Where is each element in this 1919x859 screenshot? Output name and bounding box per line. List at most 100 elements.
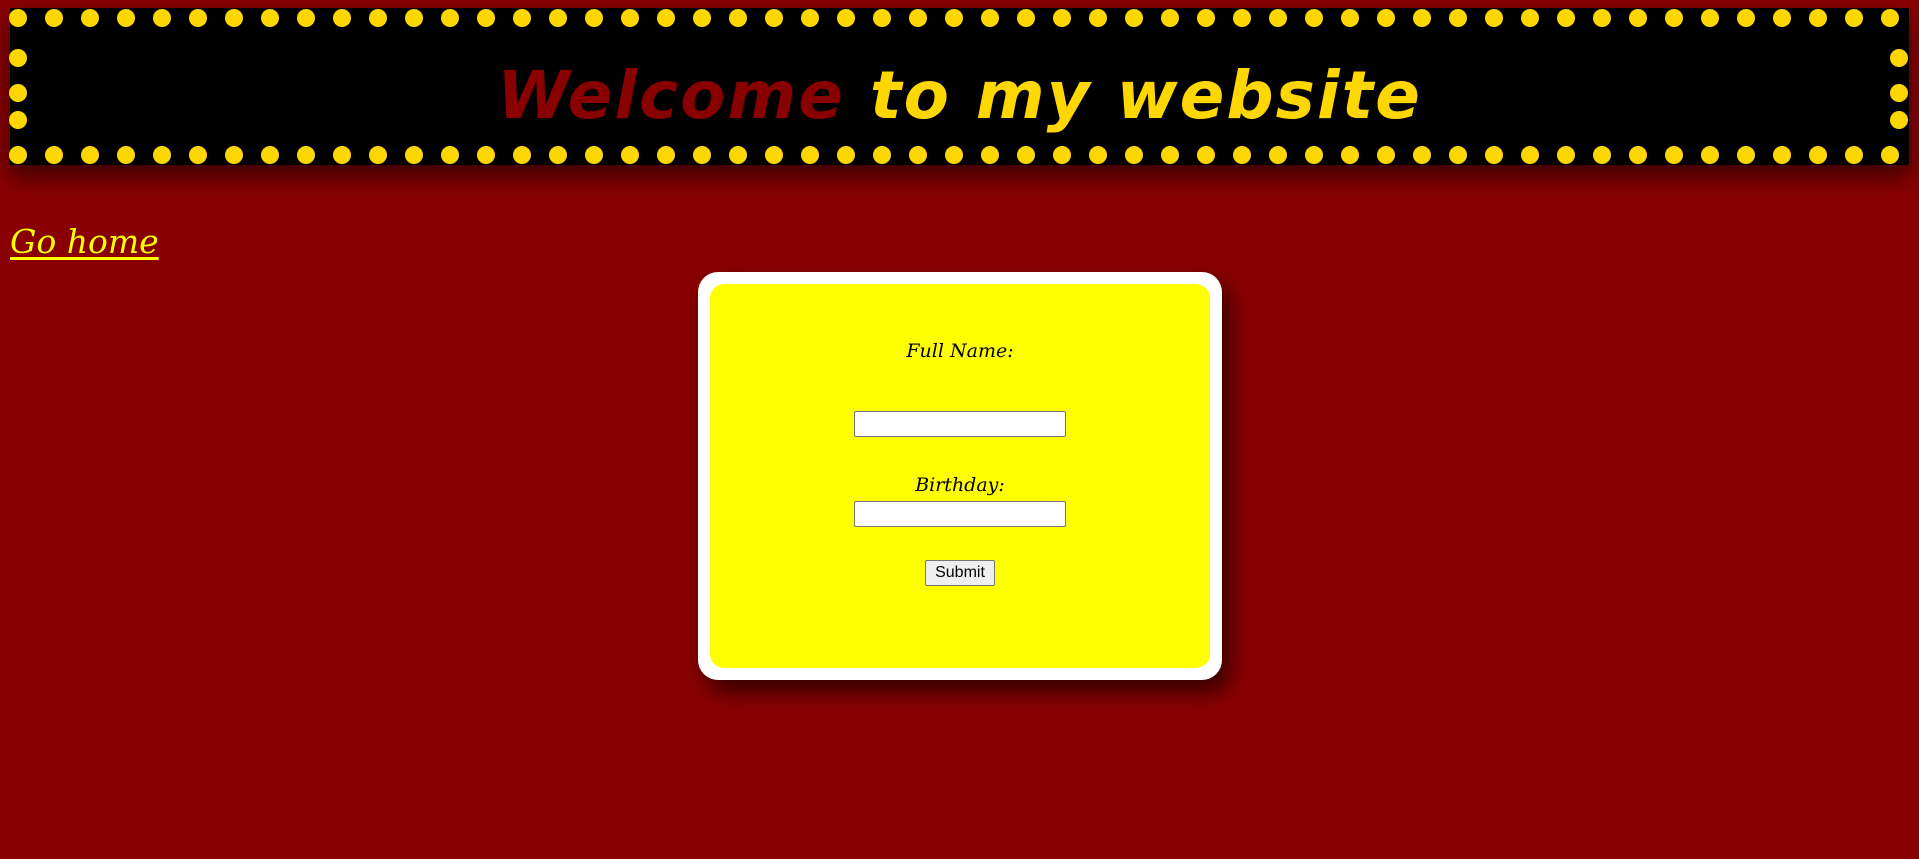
bulb-light: [657, 9, 675, 27]
bulb-light: [1377, 146, 1395, 164]
bulb-light: [1593, 9, 1611, 27]
bulb-light: [513, 9, 531, 27]
bulb-light: [405, 9, 423, 27]
bulb-light: [621, 9, 639, 27]
bulb-light: [873, 146, 891, 164]
title-rest-text: to my website: [845, 57, 1422, 134]
full-name-label: Full Name:: [906, 340, 1014, 362]
bulb-light: [1737, 146, 1755, 164]
bulb-light: [1809, 9, 1827, 27]
bulb-light: [1161, 9, 1179, 27]
bulb-light: [261, 146, 279, 164]
bulb-light: [1089, 9, 1107, 27]
bulb-light: [981, 146, 999, 164]
bulb-light: [585, 9, 603, 27]
bulb-light: [1413, 146, 1431, 164]
full-name-input[interactable]: [854, 411, 1066, 437]
bulb-light: [549, 9, 567, 27]
bulb-light: [1089, 146, 1107, 164]
bulb-light: [333, 146, 351, 164]
bulb-light: [693, 146, 711, 164]
bulb-light: [225, 9, 243, 27]
bulb-light: [1305, 9, 1323, 27]
bulb-light: [1053, 146, 1071, 164]
bulb-light: [1485, 9, 1503, 27]
bulb-light: [801, 146, 819, 164]
bulb-light: [1161, 146, 1179, 164]
bulb-light: [1845, 146, 1863, 164]
bulb-light: [1665, 9, 1683, 27]
bulb-light: [1125, 146, 1143, 164]
bulb-light: [81, 146, 99, 164]
bulb-light: [1197, 9, 1215, 27]
bulb-light: [477, 146, 495, 164]
bulb-light: [693, 9, 711, 27]
bulb-light: [1593, 146, 1611, 164]
bulb-light: [153, 146, 171, 164]
bulb-light: [45, 9, 63, 27]
bulb-light: [1053, 9, 1071, 27]
bulb-light: [1233, 146, 1251, 164]
bulb-light: [1665, 146, 1683, 164]
bulb-light: [1521, 9, 1539, 27]
bulb-light: [369, 9, 387, 27]
bulb-light: [189, 9, 207, 27]
bulb-light: [513, 146, 531, 164]
go-home-link[interactable]: Go home: [10, 222, 159, 262]
bulb-light: [1449, 9, 1467, 27]
birthday-label: Birthday:: [915, 474, 1005, 496]
bulb-light: [81, 9, 99, 27]
bulb-light: [945, 146, 963, 164]
bulb-light: [549, 146, 567, 164]
bulb-light: [837, 146, 855, 164]
bulb-light: [1017, 146, 1035, 164]
bulb-light: [477, 9, 495, 27]
bulb-light: [1269, 9, 1287, 27]
bulb-light: [765, 146, 783, 164]
bulb-light: [1701, 146, 1719, 164]
bulb-light: [1197, 146, 1215, 164]
bulb-light: [585, 146, 603, 164]
bulb-light: [369, 146, 387, 164]
bulb-light: [981, 9, 999, 27]
bulb-light: [909, 9, 927, 27]
bulb-light: [1809, 146, 1827, 164]
birthday-input[interactable]: [854, 501, 1066, 527]
bulb-light: [45, 146, 63, 164]
bulb-light: [1557, 9, 1575, 27]
bulb-light: [1629, 146, 1647, 164]
bulb-light: [729, 146, 747, 164]
bulb-light: [1521, 146, 1539, 164]
bulb-light: [1449, 146, 1467, 164]
bulb-light: [1845, 9, 1863, 27]
bulb-light: [1377, 9, 1395, 27]
bulb-light: [1773, 146, 1791, 164]
submit-button[interactable]: Submit: [925, 560, 995, 586]
bulb-light: [657, 146, 675, 164]
bulb-light: [1269, 146, 1287, 164]
bulb-light: [1017, 9, 1035, 27]
bulb-light: [117, 146, 135, 164]
page-title: Welcome to my website: [10, 48, 1909, 144]
bulb-light: [1881, 9, 1899, 27]
bulb-light: [1701, 9, 1719, 27]
bulb-light: [1125, 9, 1143, 27]
bulb-light: [945, 9, 963, 27]
bulb-light: [765, 9, 783, 27]
bulb-light: [1629, 9, 1647, 27]
bulb-light: [9, 9, 27, 27]
bulb-light: [1485, 146, 1503, 164]
bulb-light: [189, 146, 207, 164]
title-highlight-word: Welcome: [497, 57, 846, 134]
bulb-light: [621, 146, 639, 164]
bulb-light: [225, 146, 243, 164]
bulb-light: [1341, 9, 1359, 27]
bulb-light: [9, 146, 27, 164]
bulb-light: [153, 9, 171, 27]
bulb-light: [729, 9, 747, 27]
bulb-light: [117, 9, 135, 27]
bulb-light: [909, 146, 927, 164]
bulb-light: [1341, 146, 1359, 164]
bulb-light: [297, 9, 315, 27]
bulb-light: [441, 146, 459, 164]
